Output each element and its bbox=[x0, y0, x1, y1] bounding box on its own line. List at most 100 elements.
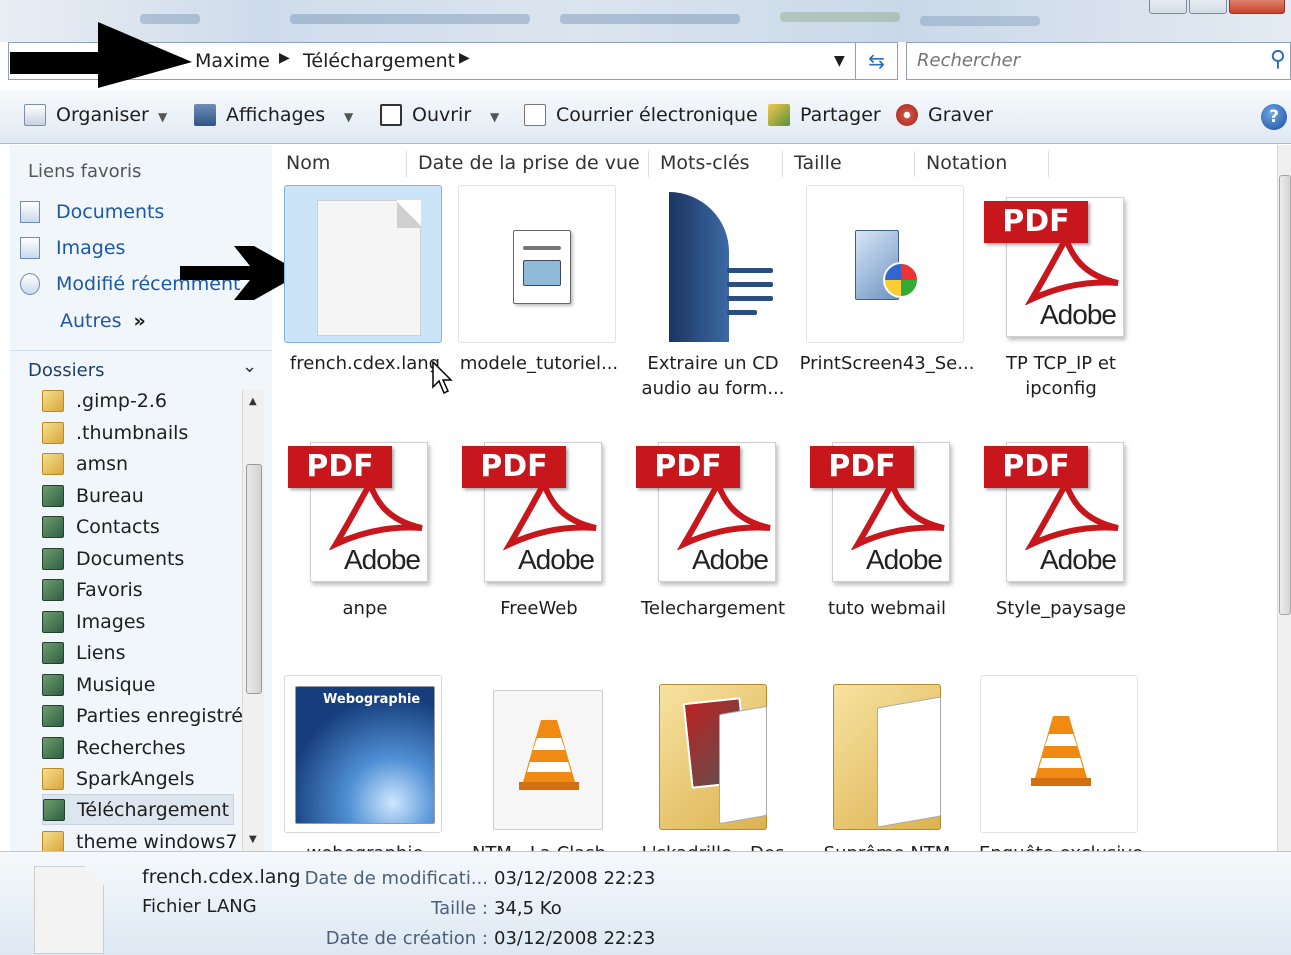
tree-item-contacts[interactable]: Contacts bbox=[42, 511, 160, 542]
tree-item-musique[interactable]: Musique bbox=[42, 669, 155, 700]
file-item[interactable]: Suprême NTM bbox=[796, 671, 968, 851]
file-item[interactable]: PDF Adobe anpe bbox=[274, 426, 446, 666]
column-separator[interactable] bbox=[914, 151, 915, 177]
help-button[interactable]: ? bbox=[1261, 104, 1287, 130]
tree-item-recherches[interactable]: Recherches bbox=[42, 732, 186, 763]
file-item[interactable]: NTM - La Clash bbox=[448, 671, 620, 851]
column-separator[interactable] bbox=[1048, 151, 1049, 177]
folder-icon bbox=[42, 452, 64, 475]
file-name: FreeWeb bbox=[500, 598, 578, 619]
breadcrumb-telechargement[interactable]: Téléchargement bbox=[303, 50, 455, 72]
file-list-scroll-thumb[interactable] bbox=[1279, 175, 1291, 615]
search-box[interactable]: ⚲ bbox=[906, 42, 1291, 80]
column-nom[interactable]: Nom bbox=[286, 152, 330, 174]
tree-label: .gimp-2.6 bbox=[76, 389, 168, 412]
column-date[interactable]: Date de la prise de vue bbox=[418, 152, 640, 174]
tree-label: Documents bbox=[76, 547, 185, 570]
acrobat-logo-icon bbox=[1024, 235, 1119, 305]
details-filename: french.cdex.lang bbox=[142, 866, 301, 888]
file-item[interactable]: PDF Adobe tuto webmail bbox=[796, 426, 968, 666]
chevron-down-icon[interactable]: ▼ bbox=[490, 110, 499, 124]
tree-item-images[interactable]: Images bbox=[42, 606, 145, 637]
nav-scrollbar[interactable]: ▲ ▼ bbox=[242, 390, 264, 851]
file-item[interactable]: PDF Adobe Style_paysage bbox=[970, 426, 1142, 666]
scroll-up-icon[interactable]: ▲ bbox=[249, 396, 257, 407]
minimize-button[interactable] bbox=[1149, 0, 1187, 14]
chevron-down-icon[interactable]: ▼ bbox=[344, 110, 353, 124]
file-item[interactable]: modele_tutoriel... bbox=[448, 181, 620, 421]
breadcrumb-separator-icon[interactable]: ▶ bbox=[459, 50, 470, 66]
file-item[interactable]: PrintScreen43_Se... bbox=[796, 181, 974, 421]
chevron-down-icon[interactable]: ⌄ bbox=[242, 356, 257, 377]
breadcrumb-separator-icon[interactable]: ▶ bbox=[279, 50, 290, 66]
command-bar: Organiser ▼ Affichages ▼ Ouvrir ▼ Courri… bbox=[0, 90, 1291, 144]
column-separator[interactable] bbox=[782, 151, 783, 177]
writer-line bbox=[727, 268, 773, 273]
details-modified-value[interactable]: 03/12/2008 22:23 bbox=[494, 868, 655, 889]
favorites-more[interactable]: Autres » bbox=[60, 310, 146, 332]
file-thumbnail bbox=[980, 675, 1138, 833]
scroll-down-icon[interactable]: ▼ bbox=[249, 834, 257, 845]
file-item[interactable]: Webographie webographie bbox=[274, 671, 446, 851]
tree-item-liens[interactable]: Liens bbox=[42, 637, 126, 668]
tree-item-favoris[interactable]: Favoris bbox=[42, 574, 143, 605]
column-taille[interactable]: Taille bbox=[794, 152, 842, 174]
tree-item-thumbnails[interactable]: .thumbnails bbox=[42, 417, 188, 448]
search-input[interactable] bbox=[917, 50, 1247, 71]
tree-label: Recherches bbox=[76, 736, 186, 759]
tree-label: Parties enregistrée bbox=[76, 704, 255, 727]
file-thumbnail bbox=[632, 185, 790, 343]
favorites-heading: Liens favoris bbox=[28, 161, 142, 182]
graver-button[interactable]: Graver bbox=[896, 104, 993, 126]
column-separator[interactable] bbox=[406, 151, 407, 177]
open-icon bbox=[380, 104, 402, 126]
maximize-button[interactable] bbox=[1189, 0, 1227, 14]
recent-icon bbox=[20, 273, 40, 295]
file-item[interactable]: PDF Adobe FreeWeb bbox=[448, 426, 620, 666]
tree-item-sparkangels[interactable]: SparkAngels bbox=[42, 763, 195, 794]
tree-item-parties[interactable]: Parties enregistrée bbox=[42, 700, 255, 731]
file-item[interactable]: PDF Adobe TP TCP_IP et ipconfig bbox=[970, 181, 1142, 421]
column-separator[interactable] bbox=[648, 151, 649, 177]
file-item[interactable]: Enquête exclusive bbox=[970, 671, 1143, 851]
folders-heading: Dossiers bbox=[28, 360, 105, 381]
file-list-scrollbar[interactable] bbox=[1277, 145, 1291, 851]
tree-label: amsn bbox=[76, 452, 129, 475]
file-item[interactable]: french.cdex.lang bbox=[274, 181, 453, 421]
file-item[interactable]: PDF Adobe Telechargement bbox=[622, 426, 794, 666]
details-size-value: 34,5 Ko bbox=[494, 898, 562, 919]
details-filetype: Fichier LANG bbox=[142, 896, 257, 917]
tree-item-gimp[interactable]: .gimp-2.6 bbox=[42, 385, 167, 416]
favorite-documents[interactable]: Documents bbox=[20, 201, 164, 223]
documents-icon bbox=[42, 547, 64, 570]
tree-item-bureau[interactable]: Bureau bbox=[42, 480, 144, 511]
breadcrumb-maxime[interactable]: Maxime bbox=[195, 50, 270, 72]
partager-button[interactable]: Partager bbox=[768, 104, 881, 126]
close-button[interactable] bbox=[1229, 0, 1285, 14]
column-notation[interactable]: Notation bbox=[926, 152, 1007, 174]
tree-item-telechargement[interactable]: Téléchargement bbox=[42, 794, 235, 825]
file-item[interactable]: Extraire un CD audio au form... bbox=[622, 181, 794, 421]
affichages-button[interactable]: Affichages bbox=[194, 104, 325, 126]
details-created-value[interactable]: 03/12/2008 22:23 bbox=[494, 928, 655, 949]
refresh-button[interactable]: ⇆ bbox=[856, 42, 898, 80]
search-icon[interactable]: ⚲ bbox=[1270, 47, 1286, 72]
adobe-wordmark: Adobe bbox=[518, 544, 595, 575]
annotation-arrow-icon bbox=[10, 22, 192, 88]
ouvrir-button[interactable]: Ouvrir bbox=[380, 104, 471, 126]
tree-item-amsn[interactable]: amsn bbox=[42, 448, 128, 479]
nav-scroll-thumb[interactable] bbox=[246, 464, 262, 694]
organiser-button[interactable]: Organiser bbox=[24, 104, 149, 126]
courrier-button[interactable]: Courrier électronique bbox=[524, 104, 758, 126]
tree-item-documents[interactable]: Documents bbox=[42, 543, 184, 574]
desktop-icon bbox=[42, 484, 64, 507]
chevron-down-icon[interactable]: ▼ bbox=[158, 110, 167, 124]
column-mots-cles[interactable]: Mots-clés bbox=[660, 152, 750, 174]
blurred-titlebar-icons bbox=[560, 14, 740, 24]
file-item[interactable]: L'skadrille - Des bbox=[622, 671, 794, 851]
searches-icon bbox=[42, 736, 64, 759]
selected-file-icon bbox=[34, 866, 104, 954]
address-dropdown-icon[interactable]: ▼ bbox=[834, 53, 845, 69]
folders-header[interactable]: Dossiers ⌄ bbox=[10, 350, 272, 388]
favorite-images[interactable]: Images bbox=[20, 237, 125, 259]
